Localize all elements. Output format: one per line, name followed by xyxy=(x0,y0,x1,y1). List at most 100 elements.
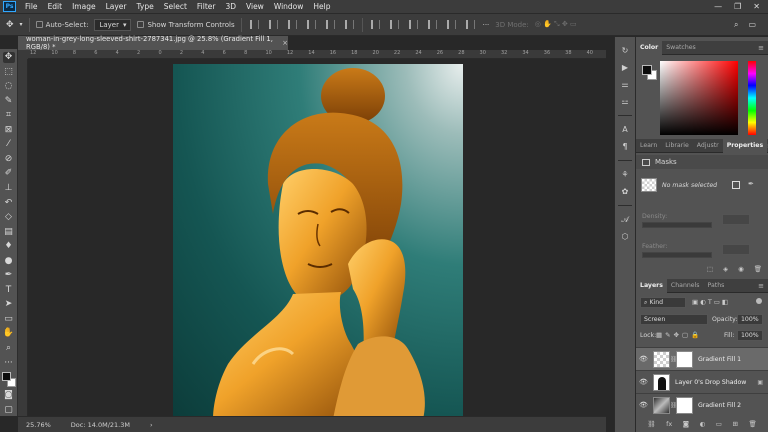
align-hcenter-icon[interactable] xyxy=(325,20,335,29)
menu-type[interactable]: Type xyxy=(132,2,159,11)
show-transform-checkbox[interactable]: Show Transform Controls xyxy=(137,21,235,29)
layer-mask-thumbnail[interactable] xyxy=(676,396,693,414)
close-icon[interactable]: ✕ xyxy=(753,2,760,11)
lasso-tool-icon[interactable]: ◌ xyxy=(3,81,15,92)
vector-mask-icon[interactable]: ✒ xyxy=(748,180,754,188)
more-tools-icon[interactable]: ··· xyxy=(3,357,15,368)
eye-icon[interactable]: 👁 xyxy=(639,401,649,409)
layer-filter-icons[interactable]: ▣◐T▭◧ xyxy=(692,298,730,306)
pen-tool-icon[interactable]: ✒ xyxy=(3,270,15,281)
filter-toggle[interactable] xyxy=(756,298,762,304)
density-field[interactable] xyxy=(722,214,750,225)
menu-select[interactable]: Select xyxy=(159,2,192,11)
tab-adjustments[interactable]: Adjustr xyxy=(693,139,723,153)
layer-row[interactable]: 👁 ⛓ Gradient Fill 2 xyxy=(636,393,768,416)
layer-name[interactable]: Layer 0's Drop Shadow xyxy=(675,379,746,386)
document-size[interactable]: Doc: 14.0M/21.3M xyxy=(71,421,130,429)
align-bottom-icon[interactable] xyxy=(287,20,297,29)
apply-mask-icon[interactable]: ◈ xyxy=(723,265,728,273)
new-group-icon[interactable]: ▭ xyxy=(716,420,722,428)
menu-3d[interactable]: 3D xyxy=(220,2,241,11)
delete-mask-icon[interactable]: 🗑 xyxy=(754,265,762,273)
align-right-icon[interactable] xyxy=(344,20,354,29)
panel-menu-icon[interactable]: ≡ xyxy=(758,44,768,52)
distribute-top-icon[interactable] xyxy=(370,20,380,29)
visibility-icon[interactable]: ◉ xyxy=(738,265,744,273)
menu-edit[interactable]: Edit xyxy=(43,2,68,11)
distribute-vcenter-icon[interactable] xyxy=(389,20,399,29)
photoshop-logo-icon[interactable]: Ps xyxy=(3,1,16,12)
rectangle-tool-icon[interactable]: ▭ xyxy=(3,314,15,325)
menu-image[interactable]: Image xyxy=(67,2,101,11)
sliders-icon[interactable]: ⚍ xyxy=(620,96,631,107)
adjustments-icon[interactable]: ⚌ xyxy=(620,79,631,90)
history-icon[interactable]: ↻ xyxy=(620,45,631,56)
3d-icon[interactable]: ⬡ xyxy=(620,231,631,242)
eraser-tool-icon[interactable]: ◇ xyxy=(3,212,15,223)
vertical-ruler[interactable] xyxy=(18,59,28,416)
workspace-icon[interactable]: ▭ xyxy=(748,20,756,30)
eyedropper-tool-icon[interactable]: ⁄ xyxy=(3,139,15,150)
menu-view[interactable]: View xyxy=(241,2,269,11)
history-brush-tool-icon[interactable]: ↶ xyxy=(3,197,15,208)
delete-layer-icon[interactable]: 🗑 xyxy=(748,420,756,428)
marquee-tool-icon[interactable]: ⬚ xyxy=(3,67,15,78)
close-tab-icon[interactable]: × xyxy=(282,39,288,47)
new-layer-icon[interactable]: ⊞ xyxy=(732,420,737,428)
fill-field[interactable]: 100% xyxy=(737,330,763,341)
link-layers-icon[interactable]: ⛓ xyxy=(647,420,655,428)
align-vcenter-icon[interactable] xyxy=(268,20,278,29)
move-tool-icon[interactable]: ✥ xyxy=(6,20,14,30)
blur-tool-icon[interactable]: ♦ xyxy=(3,241,15,252)
type-tool-icon[interactable]: T xyxy=(3,285,15,296)
distribute-right-icon[interactable] xyxy=(465,20,475,29)
status-menu-icon[interactable]: › xyxy=(150,421,153,429)
quick-mask-icon[interactable]: ◙ xyxy=(3,390,15,401)
ruler-origin[interactable] xyxy=(18,50,28,59)
brush-tool-icon[interactable]: ✐ xyxy=(3,168,15,179)
minimize-icon[interactable]: — xyxy=(714,2,722,11)
hand-tool-icon[interactable]: ✋ xyxy=(3,328,15,339)
selection-from-mask-icon[interactable]: ⬚ xyxy=(707,265,713,273)
menu-filter[interactable]: Filter xyxy=(192,2,221,11)
horizontal-ruler[interactable]: 12 10 8 6 4 2 0 2 4 6 8 10 12 14 16 18 20 22 24 26 28 30 32 34 3… xyxy=(28,50,606,59)
hue-slider[interactable] xyxy=(748,61,756,135)
canvas-workspace[interactable] xyxy=(28,59,606,416)
frame-tool-icon[interactable]: ⊠ xyxy=(3,125,15,136)
brush-settings-icon[interactable]: ⚘ xyxy=(620,169,631,180)
layer-name[interactable]: Gradient Fill 1 xyxy=(698,356,741,363)
brushes-icon[interactable]: ✿ xyxy=(620,186,631,197)
search-icon[interactable]: ⌕ xyxy=(734,20,738,30)
layer-mask-thumbnail[interactable] xyxy=(676,350,693,368)
clone-stamp-tool-icon[interactable]: ⊥ xyxy=(3,183,15,194)
glyphs-icon[interactable]: 𝒜 xyxy=(620,214,631,225)
distribute-hcenter-icon[interactable] xyxy=(446,20,456,29)
foreground-color-swatch[interactable] xyxy=(642,65,652,75)
layer-style-icon[interactable]: fx xyxy=(666,420,672,428)
path-selection-tool-icon[interactable]: ➤ xyxy=(3,299,15,310)
adjustment-layer-icon[interactable]: ◐ xyxy=(700,420,706,428)
zoom-tool-icon[interactable]: ⌕ xyxy=(3,343,15,354)
auto-select-checkbox[interactable]: Auto-Select: xyxy=(35,21,88,29)
tab-color[interactable]: Color xyxy=(636,40,663,55)
feather-field[interactable] xyxy=(722,244,750,255)
healing-brush-tool-icon[interactable]: ⊘ xyxy=(3,154,15,165)
dodge-tool-icon[interactable]: ● xyxy=(3,256,15,267)
feather-slider[interactable] xyxy=(642,252,712,258)
menu-layer[interactable]: Layer xyxy=(101,2,132,11)
add-mask-icon[interactable]: ◙ xyxy=(683,420,689,428)
align-left-icon[interactable] xyxy=(306,20,316,29)
tool-preset-dropdown[interactable]: ▾ xyxy=(20,21,23,28)
tab-layers[interactable]: Layers xyxy=(636,278,667,293)
zoom-level[interactable]: 25.76% xyxy=(26,421,51,429)
panel-menu-icon[interactable]: ≡ xyxy=(758,282,768,290)
distribute-left-icon[interactable] xyxy=(427,20,437,29)
maximize-icon[interactable]: ❐ xyxy=(734,2,741,11)
layer-filter-dropdown[interactable]: ⌕ Kind xyxy=(640,297,686,308)
color-picker-field[interactable] xyxy=(660,61,738,135)
tab-paths[interactable]: Paths xyxy=(704,279,729,293)
lock-icons[interactable]: ▦✎✥▢🔒 xyxy=(656,331,702,339)
layer-name[interactable]: Gradient Fill 2 xyxy=(698,402,741,409)
eye-icon[interactable]: 👁 xyxy=(639,355,649,363)
distribute-bottom-icon[interactable] xyxy=(408,20,418,29)
